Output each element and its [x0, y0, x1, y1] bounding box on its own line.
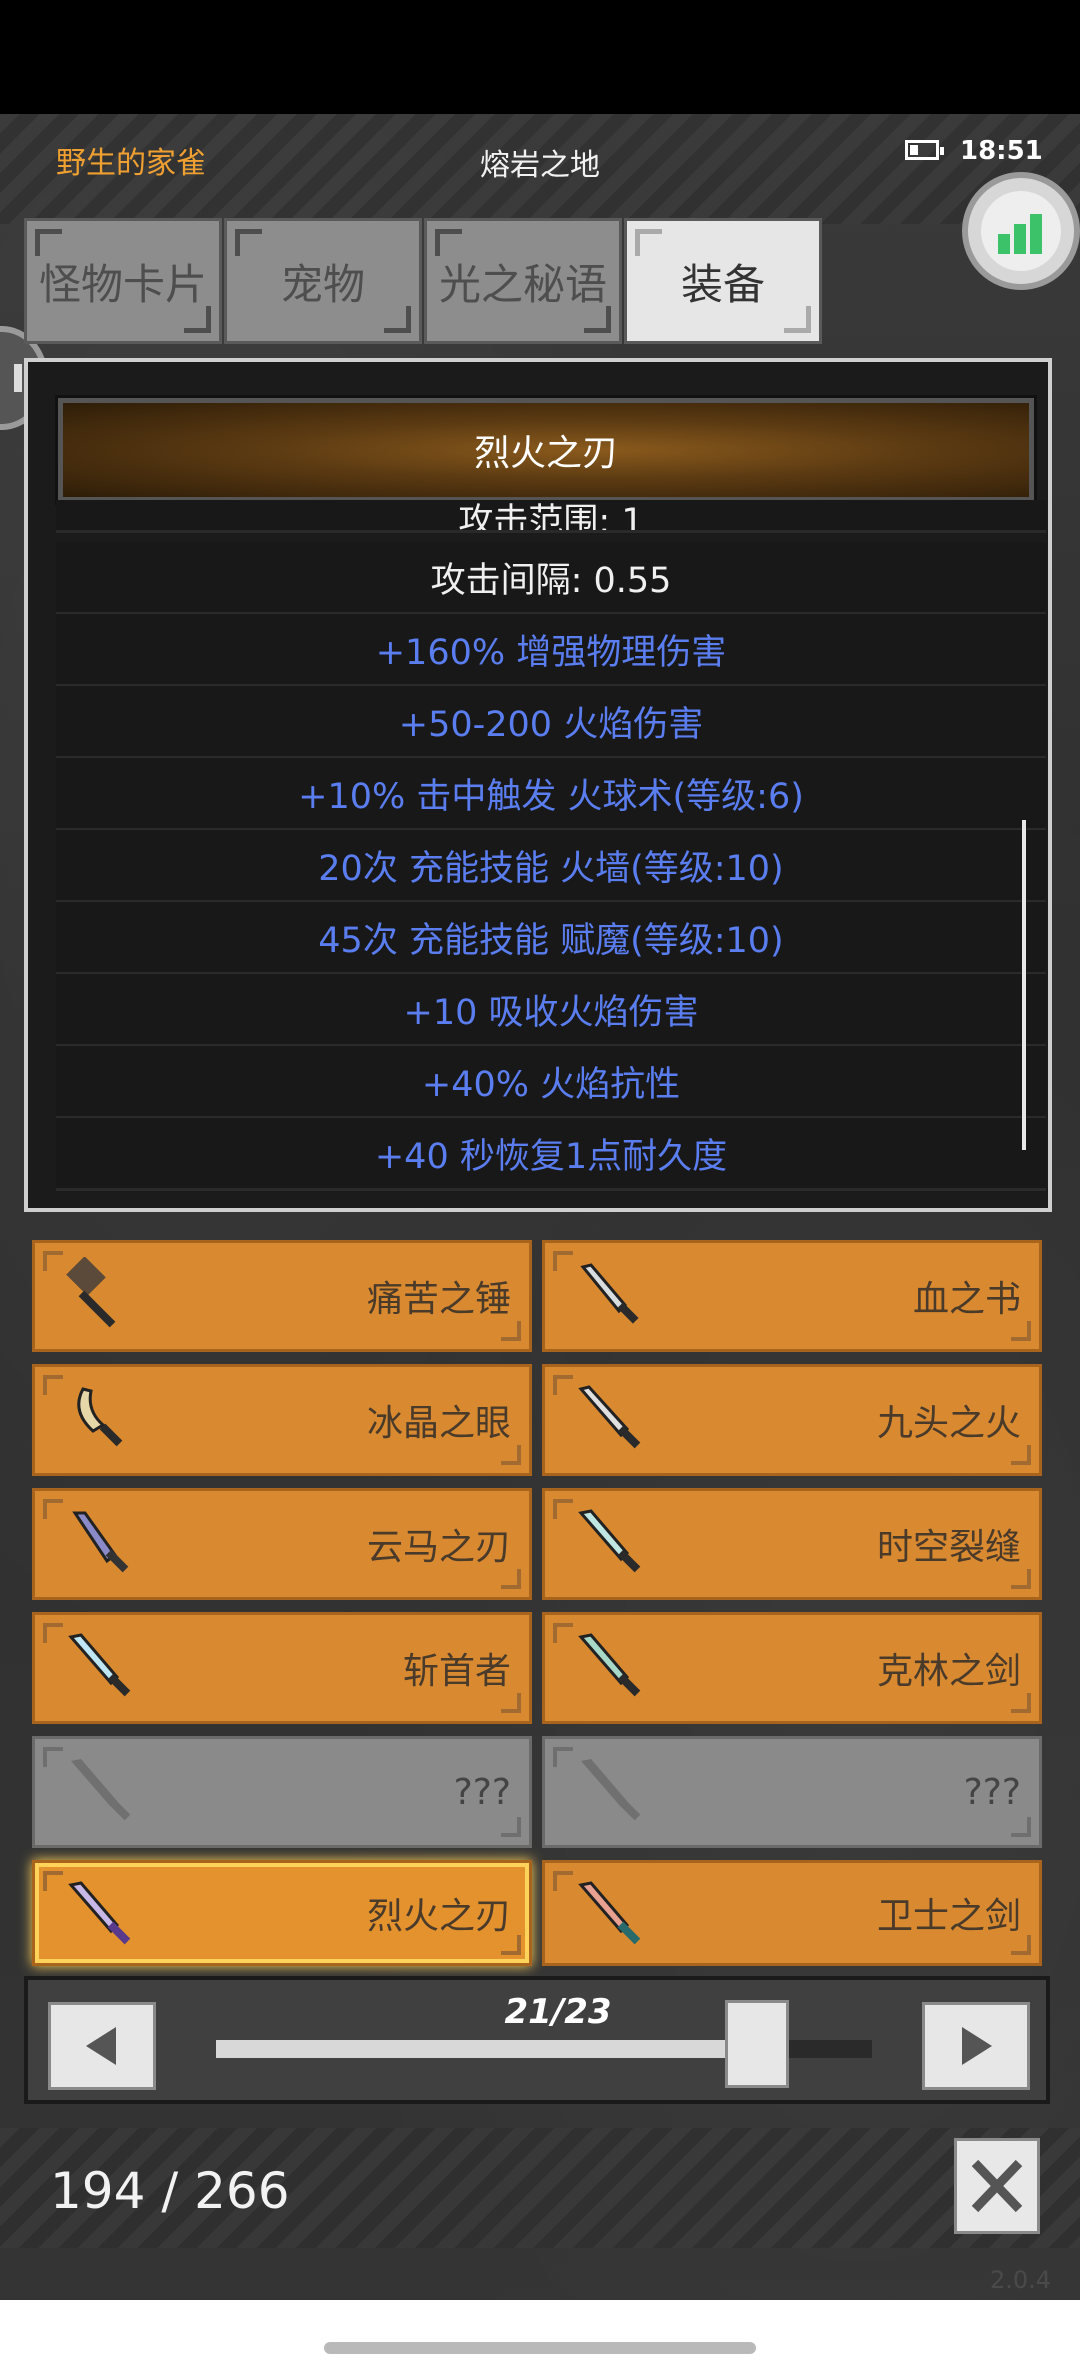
locked-sword-icon	[71, 1759, 131, 1821]
equipment-slot-selected[interactable]: 烈火之刃	[32, 1860, 532, 1966]
equipment-name: 血之书	[912, 1279, 1021, 1320]
equipment-slot[interactable]: 斩首者	[32, 1612, 532, 1724]
equipment-name: 烈火之刃	[366, 1896, 511, 1937]
equipment-slot[interactable]: 时空裂缝	[542, 1488, 1042, 1600]
tab-pets[interactable]: 宠物	[224, 218, 422, 344]
equipment-slot[interactable]: 九头之火	[542, 1364, 1042, 1476]
page-indicator: 21/23	[504, 1992, 612, 2032]
stat-row: 20次 充能技能 火墙(等级:10)	[56, 830, 1046, 903]
location-title: 熔岩之地	[480, 148, 600, 183]
close-button[interactable]	[954, 2138, 1040, 2234]
player-name: 野生的家雀	[56, 146, 206, 181]
stat-row: +160% 增强物理伤害	[56, 614, 1046, 687]
equipment-slot[interactable]: 卫士之剑	[542, 1860, 1042, 1966]
equipment-count: 194 / 266	[50, 2162, 290, 2220]
sword-icon	[578, 1633, 641, 1697]
stat-row-clipped: 攻击范围: 1	[56, 500, 1046, 533]
battery-icon	[905, 140, 944, 160]
stat-row: +40 秒恢复1点耐久度	[56, 1118, 1046, 1191]
equipment-name: 九头之火	[876, 1403, 1021, 1444]
page-navigator: 21/23	[24, 1976, 1050, 2104]
sword-icon	[578, 1385, 641, 1449]
tab-label: 装备	[680, 259, 765, 309]
hammer-icon	[66, 1257, 116, 1328]
fire-blade-icon	[68, 1881, 131, 1945]
sword-icon	[68, 1633, 131, 1697]
toggle-bar-icon	[14, 364, 22, 392]
equipment-name: 卫士之剑	[876, 1896, 1021, 1937]
equipment-slot[interactable]: 冰晶之眼	[32, 1364, 532, 1476]
equipment-name: ???	[453, 1771, 511, 1813]
arrow-left-icon	[86, 2027, 116, 2065]
next-page-button[interactable]	[922, 2002, 1030, 2090]
prev-page-button[interactable]	[48, 2002, 156, 2090]
tab-light-secrets[interactable]: 光之秘语	[424, 218, 622, 344]
stat-row: +50-200 火焰伤害	[56, 686, 1046, 759]
equipment-slot[interactable]: 克林之剑	[542, 1612, 1042, 1724]
tab-label: 光之秘语	[438, 259, 607, 309]
stat-row: +40% 火焰抗性	[56, 1046, 1046, 1119]
version-label: 2.0.4	[990, 2266, 1052, 2294]
item-title: 烈火之刃	[473, 433, 618, 474]
tab-label: 宠物	[280, 259, 365, 309]
item-title-bar: 烈火之刃	[55, 395, 1037, 505]
equipment-name: 云马之刃	[366, 1527, 511, 1568]
equipment-slot-locked[interactable]: ???	[542, 1736, 1042, 1848]
equipment-slot-locked[interactable]: ???	[32, 1736, 532, 1848]
scimitar-icon	[77, 1387, 123, 1447]
stat-row: 45次 充能技能 赋魔(等级:10)	[56, 902, 1046, 975]
equipment-slot[interactable]: 云马之刃	[32, 1488, 532, 1600]
equipment-slot[interactable]: 痛苦之锤	[32, 1240, 532, 1352]
tab-monster-cards[interactable]: 怪物卡片	[24, 218, 222, 344]
tab-equipment[interactable]: 装备	[624, 218, 822, 344]
signal-bars-icon	[981, 191, 1061, 271]
arrow-right-icon	[962, 2027, 992, 2065]
item-detail-panel: 烈火之刃 攻击范围: 1 攻击间隔: 0.55 +160% 增强物理伤害 +50…	[24, 358, 1052, 1212]
locked-sword-icon	[581, 1759, 641, 1821]
equipment-name: 克林之剑	[876, 1651, 1021, 1692]
tab-label: 怪物卡片	[38, 259, 207, 309]
detail-scrollbar[interactable]	[1022, 820, 1026, 1150]
clock: 18:51	[960, 136, 1043, 166]
stat-row: +10 吸收火焰伤害	[56, 974, 1046, 1047]
equipment-name: 斩首者	[402, 1651, 511, 1692]
navigation-area	[0, 2300, 1080, 2376]
close-icon	[971, 2159, 1023, 2213]
equipment-name: ???	[963, 1771, 1021, 1813]
blade-icon	[72, 1511, 129, 1573]
page-slider-thumb[interactable]	[725, 2000, 789, 2088]
stats-button[interactable]	[962, 172, 1080, 290]
stat-row: +10% 击中触发 火球术(等级:6)	[56, 758, 1046, 831]
equipment-name: 时空裂缝	[876, 1527, 1021, 1568]
status-bar	[0, 0, 1080, 114]
equipment-name: 痛苦之锤	[366, 1279, 511, 1320]
sword-icon	[578, 1509, 641, 1573]
equipment-name: 冰晶之眼	[366, 1403, 511, 1444]
dagger-icon	[580, 1263, 639, 1324]
page-slider-fill	[216, 2040, 725, 2058]
guard-sword-icon	[578, 1881, 641, 1945]
equipment-slot[interactable]: 血之书	[542, 1240, 1042, 1352]
stat-row: 攻击间隔: 0.55	[56, 542, 1046, 615]
gesture-bar[interactable]	[324, 2342, 756, 2354]
